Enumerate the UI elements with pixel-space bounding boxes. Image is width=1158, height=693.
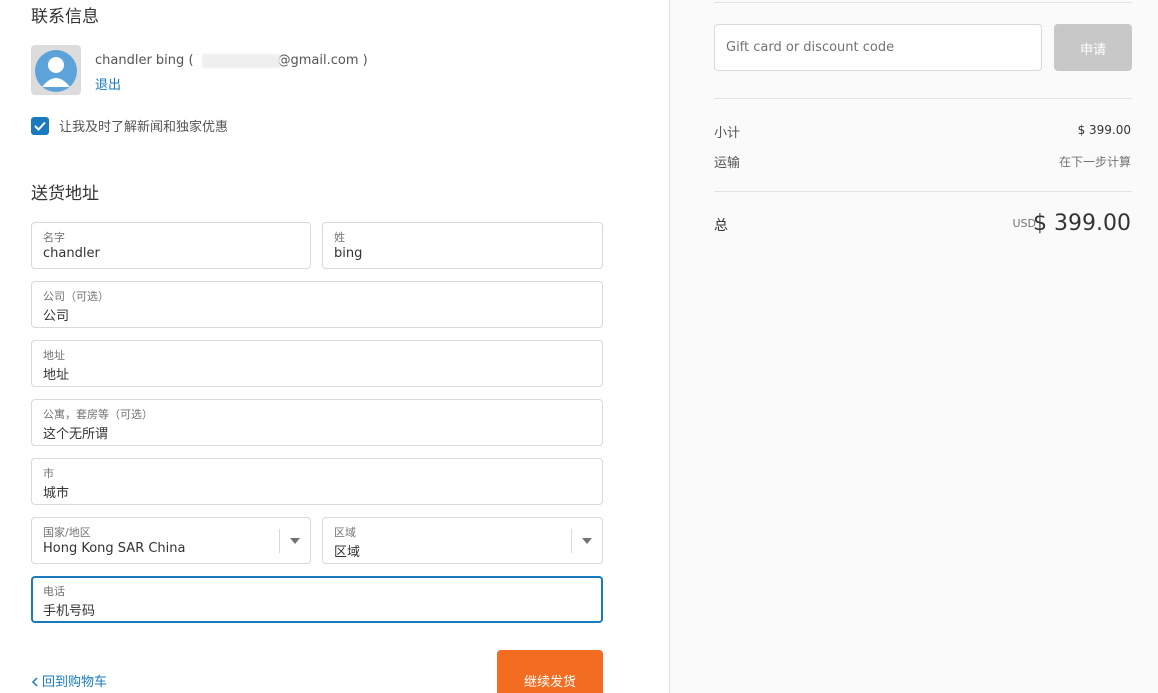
apartment-label: 公寓，套房等（可选） (43, 408, 153, 421)
user-email: @gmail.com (277, 53, 359, 68)
total-value: $ 399.00 (1033, 211, 1131, 236)
divider (714, 191, 1132, 192)
redacted-email-part (201, 53, 280, 68)
company-field[interactable]: 公司（可选） 公司 (31, 281, 603, 328)
newsletter-option[interactable]: 让我及时了解新闻和独家优惠 (31, 116, 228, 135)
apartment-field[interactable]: 公寓，套房等（可选） 这个无所谓 (31, 399, 603, 446)
city-value: 城市 (43, 486, 70, 501)
user-name: chandler bing (95, 53, 185, 68)
total-label: 总 (714, 218, 728, 234)
apartment-value: 这个无所谓 (43, 427, 109, 442)
first-name-label: 名字 (43, 231, 65, 244)
subtotal-value: $ 399.00 (1077, 123, 1131, 137)
country-label: 国家/地区 (43, 526, 91, 539)
last-name-field[interactable]: 姓 bing (322, 222, 603, 269)
subtotal-label: 小计 (714, 126, 741, 141)
address-label: 地址 (43, 349, 65, 362)
chevron-down-icon[interactable] (290, 538, 300, 544)
address-field[interactable]: 地址 地址 (31, 340, 603, 387)
apply-discount-button[interactable]: 申请 (1054, 24, 1132, 71)
divider (714, 2, 1132, 3)
continue-shipping-button[interactable]: 继续发货 (497, 650, 603, 693)
company-label: 公司（可选） (43, 290, 109, 303)
back-to-cart-label: 回到购物车 (42, 675, 108, 690)
shipping-cost-value: 在下一步计算 (1058, 155, 1131, 169)
last-name-value: bing (334, 246, 363, 261)
logout-link[interactable]: 退出 (95, 74, 121, 93)
newsletter-checkbox[interactable] (31, 116, 49, 135)
user-info: chandler bing ( @gmail.com ) (95, 53, 368, 68)
region-label: 区域 (334, 526, 356, 539)
checkmark-icon (34, 121, 46, 131)
newsletter-label: 让我及时了解新闻和独家优惠 (59, 120, 229, 135)
gift-card-placeholder: Gift card or discount code (726, 40, 895, 55)
phone-value: 手机号码 (43, 604, 96, 619)
city-label: 市 (43, 467, 54, 480)
last-name-label: 姓 (334, 231, 345, 244)
paren-open: ( (188, 53, 194, 68)
country-select[interactable]: 国家/地区 Hong Kong SAR China (31, 517, 311, 564)
shipping-cost-label: 运输 (714, 156, 741, 171)
chevron-down-icon[interactable] (582, 538, 592, 544)
chevron-left-icon (31, 677, 38, 687)
user-avatar-icon (35, 50, 77, 92)
phone-label: 电话 (43, 585, 65, 598)
divider (714, 98, 1132, 99)
paren-close: ) (362, 53, 368, 68)
avatar (31, 45, 81, 95)
back-to-cart-link[interactable]: 回到购物车 (31, 671, 107, 690)
shipping-section-title: 送货地址 (31, 184, 99, 204)
first-name-field[interactable]: 名字 chandler (31, 222, 311, 269)
gift-card-input[interactable]: Gift card or discount code (714, 24, 1042, 71)
city-field[interactable]: 市 城市 (31, 458, 603, 505)
region-select[interactable]: 区域 区域 (322, 517, 603, 564)
country-value: Hong Kong SAR China (43, 541, 186, 556)
phone-field[interactable]: 电话 手机号码 (31, 576, 603, 623)
first-name-value: chandler (43, 246, 100, 261)
region-value: 区域 (334, 545, 361, 560)
select-divider (571, 529, 572, 553)
checkout-main-panel: 联系信息 chandler bing ( @gmail.com ) 退出 让我及时… (0, 0, 669, 693)
address-value: 地址 (43, 368, 70, 383)
order-summary-panel: Gift card or discount code 申请 小计 $ 399.0… (669, 0, 1158, 693)
select-divider (279, 529, 280, 553)
company-value: 公司 (43, 309, 70, 324)
contact-section-title: 联系信息 (31, 7, 99, 27)
